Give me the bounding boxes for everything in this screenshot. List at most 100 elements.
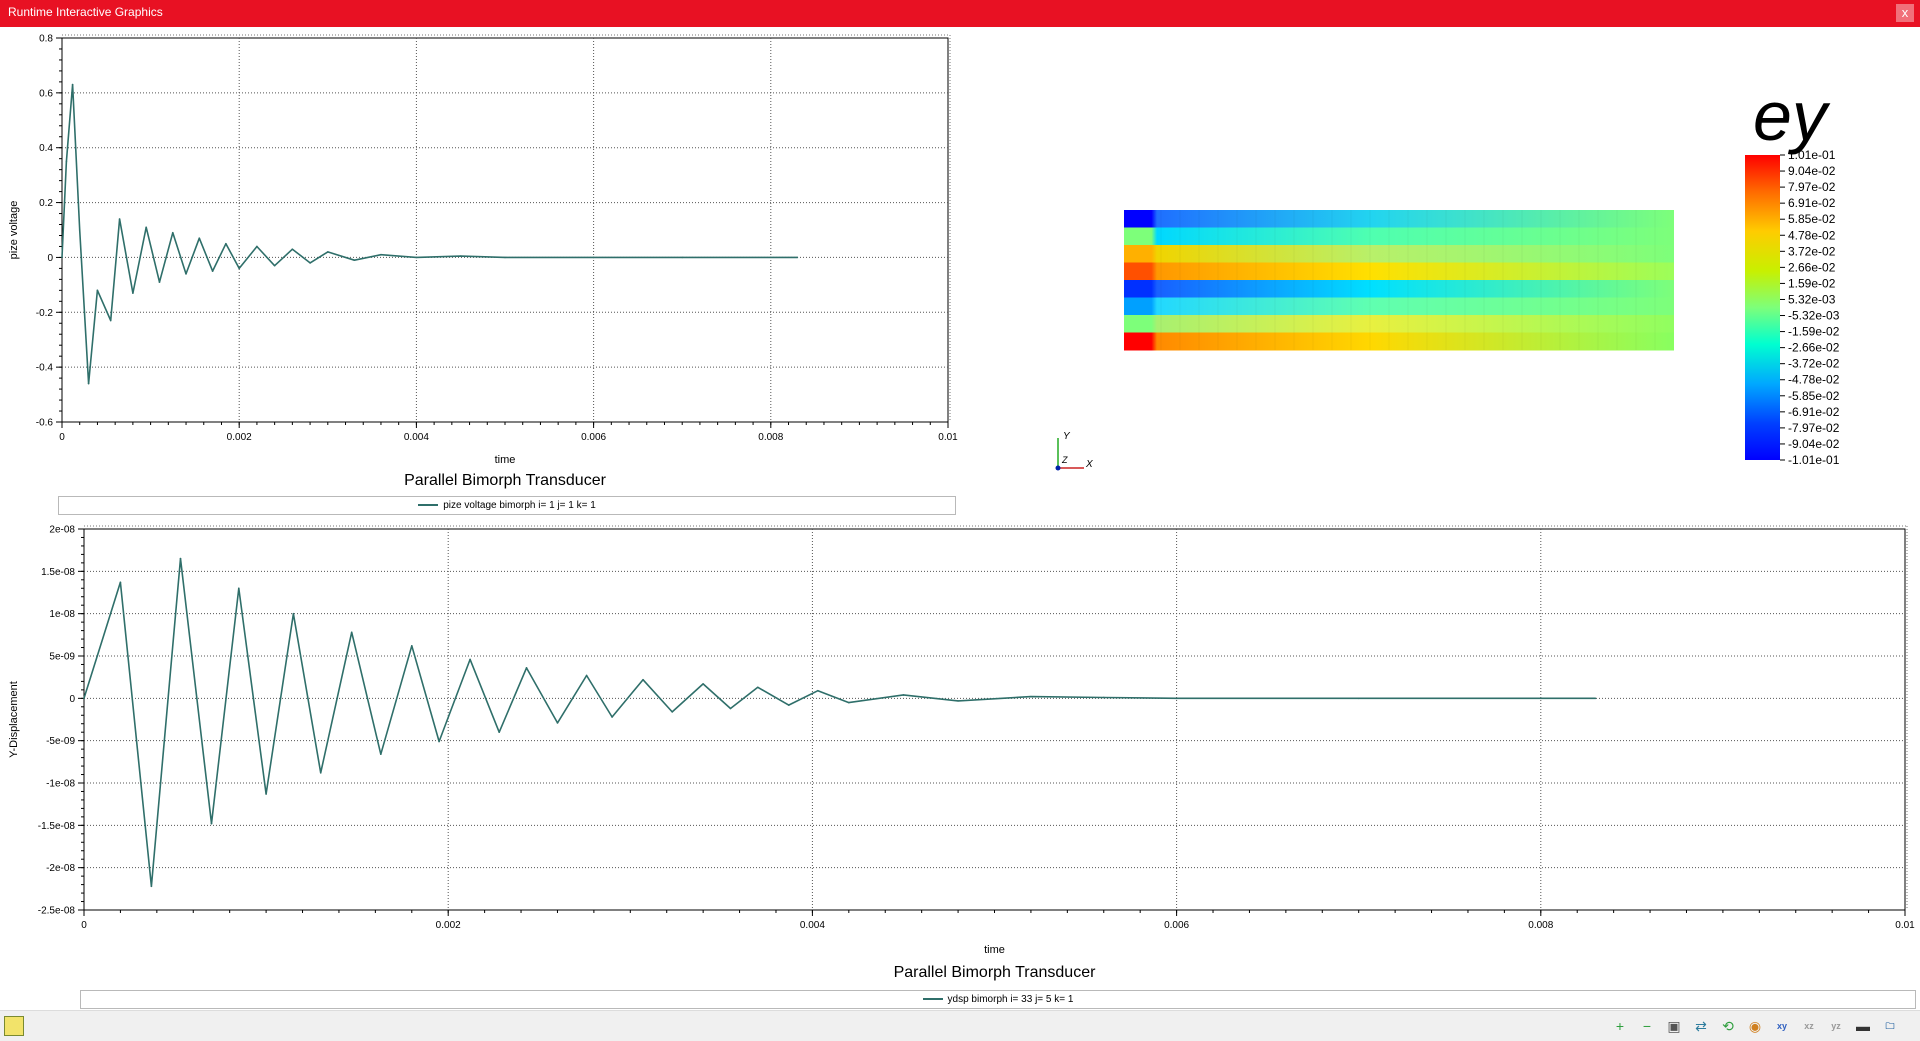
x-tick-label: 0.002	[227, 432, 252, 443]
zoom-out-icon[interactable]: −	[1637, 1016, 1657, 1036]
x-axis-label: time	[984, 944, 1005, 956]
close-icon: x	[1901, 5, 1909, 20]
beam-field-row	[1124, 262, 1674, 281]
contour-view[interactable]: 1.01e-019.04e-027.97e-026.91e-025.85e-02…	[1055, 30, 1915, 490]
layout-toggle-icon[interactable]	[4, 1016, 24, 1036]
voltage-plot-legend: pize voltage bimorph i= 1 j= 1 k= 1	[58, 496, 956, 515]
data-point	[787, 704, 790, 706]
data-point	[132, 292, 134, 294]
data-point	[459, 255, 462, 257]
beam-field-row	[1124, 280, 1674, 298]
data-point	[756, 686, 759, 689]
cube-view-icon[interactable]: ▣	[1664, 1016, 1684, 1036]
data-point	[210, 822, 213, 825]
view-xy-icon[interactable]: xy	[1772, 1016, 1792, 1036]
data-point	[83, 697, 85, 700]
y-tick-label: 0.4	[39, 143, 53, 154]
x-tick-label: 0.002	[436, 920, 461, 931]
data-point	[256, 245, 258, 248]
data-point	[729, 707, 732, 710]
colorbar-label: -5.32e-03	[1788, 309, 1840, 323]
beam-field-row	[1124, 332, 1674, 351]
data-point	[292, 612, 295, 615]
y-tick-label: 0.8	[39, 34, 53, 45]
data-point	[158, 281, 161, 283]
colorbar-label: 2.66e-02	[1788, 260, 1836, 274]
data-point	[225, 242, 227, 245]
y-tick-label: -5e-09	[46, 736, 75, 747]
color-icon[interactable]: ◉	[1745, 1016, 1765, 1036]
data-point	[702, 683, 704, 685]
data-point	[410, 645, 413, 647]
data-point	[319, 772, 322, 774]
data-point	[238, 267, 240, 270]
data-point	[265, 793, 267, 795]
data-point	[237, 587, 240, 590]
data-point	[469, 658, 471, 661]
rotate-icon[interactable]: ⟲	[1718, 1016, 1738, 1036]
y-tick-label: -0.2	[36, 308, 54, 319]
data-point	[150, 885, 153, 888]
data-point	[198, 237, 201, 240]
data-point	[353, 259, 356, 261]
data-point	[65, 160, 68, 163]
data-point	[1030, 695, 1032, 698]
x-tick-label: 0.01	[1895, 920, 1915, 931]
data-point	[438, 740, 440, 743]
data-point	[504, 256, 506, 259]
z-axis-label: Z	[1061, 455, 1068, 465]
colorbar-label: 7.97e-02	[1788, 180, 1836, 194]
colorbar-label: -9.04e-02	[1788, 437, 1840, 451]
data-point	[145, 226, 147, 229]
data-point	[902, 694, 905, 696]
data-point	[681, 256, 683, 259]
y-tick-label: 5e-09	[49, 652, 75, 663]
close-button[interactable]: x	[1896, 4, 1914, 22]
view-xz-icon[interactable]: xz	[1799, 1016, 1819, 1036]
data-point	[78, 229, 81, 231]
x-axis-label: X	[1085, 459, 1093, 470]
y-tick-label: -0.6	[36, 418, 54, 429]
data-point	[1102, 696, 1105, 699]
data-point	[96, 289, 99, 292]
data-point	[380, 253, 382, 256]
y-axis-label: pize voltage	[8, 201, 20, 260]
colorbar-label: -5.85e-02	[1788, 389, 1840, 403]
displacement-plot[interactable]: 0 0.002 0.004 0.006 0.008 0.01 2e-08 1.5e-08 1e-…	[0, 522, 1920, 990]
y-tick-label: -0.4	[36, 363, 54, 374]
data-point	[118, 218, 121, 220]
data-point	[556, 722, 559, 724]
beam-field-row	[1124, 297, 1674, 316]
zoom-in-icon[interactable]: +	[1610, 1016, 1630, 1036]
colorbar-label: -6.91e-02	[1788, 405, 1840, 419]
colorbar-label: 5.32e-03	[1788, 292, 1836, 306]
y-axis-label: Y	[1063, 431, 1071, 442]
move-icon[interactable]: ⇄	[1691, 1016, 1711, 1036]
data-point	[848, 701, 850, 704]
view-yz-icon[interactable]: yz	[1826, 1016, 1846, 1036]
camera-icon[interactable]: ▬	[1853, 1016, 1873, 1036]
beam-field-row	[1124, 315, 1674, 333]
voltage-plot[interactable]: 0 0.002 0.004 0.006 0.008 0.01 0.8 0.6 0.4 0.2 0 -0…	[0, 27, 960, 497]
colorbar-label: -1.59e-02	[1788, 325, 1840, 339]
y-tick-label: 0	[69, 694, 75, 705]
colorbar-label: 9.04e-02	[1788, 164, 1836, 178]
y-axis-label: Y-Displacement	[8, 681, 20, 758]
data-point	[185, 273, 187, 275]
data-point	[1175, 697, 1178, 700]
data-point	[671, 711, 673, 713]
save-icon[interactable]: 🗀	[1880, 1016, 1900, 1036]
x-tick-label: 0	[59, 432, 65, 443]
y-tick-label: 0	[47, 253, 53, 264]
data-point	[1357, 697, 1360, 700]
data-point	[87, 382, 90, 385]
colorbar-label: 4.78e-02	[1788, 228, 1836, 242]
plot-area	[61, 37, 949, 423]
colorbar-label: -1.01e-01	[1788, 453, 1840, 467]
colorbar-label: 5.85e-02	[1788, 212, 1836, 226]
data-point	[611, 716, 613, 718]
data-point	[350, 631, 353, 634]
data-point	[273, 264, 276, 267]
legend-line-swatch	[922, 998, 943, 1001]
y-tick-label: 0.6	[39, 88, 53, 99]
